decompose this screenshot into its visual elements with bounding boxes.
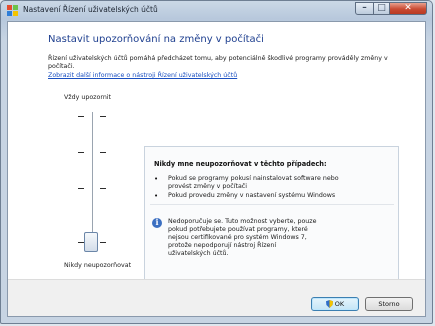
warning-note: Nedoporučuje se. Tuto možnost vyberte, p… (168, 218, 317, 257)
minimize-button[interactable]: – (355, 2, 374, 15)
slider-top-label: Vždy upozornit (64, 94, 112, 101)
slider-tick (100, 188, 106, 189)
description-text: Řízení uživatelských účtů pomáhá předchá… (48, 55, 388, 70)
slider-bottom-label: Nikdy neupozorňovat (64, 262, 132, 269)
button-bar (8, 279, 425, 316)
maximize-icon: □ (377, 3, 386, 13)
title-bar[interactable]: Nastavení Řízení uživatelských účtů – □ … (1, 1, 432, 21)
slider-tick (78, 152, 84, 153)
uac-settings-icon (7, 5, 18, 16)
maximize-button[interactable]: □ (373, 2, 390, 15)
slider-track[interactable] (92, 112, 93, 248)
slider-tick (78, 116, 84, 117)
ok-button[interactable]: OK (311, 297, 359, 311)
slider-tick (100, 242, 106, 243)
minimize-icon: – (362, 3, 367, 13)
bullet-icon: • (154, 175, 159, 183)
slider-tick (100, 152, 106, 153)
cancel-button[interactable]: Storno (365, 297, 413, 311)
info-glyph: i (155, 217, 159, 227)
cancel-label: Storno (378, 300, 400, 308)
window-title: Nastavení Řízení uživatelských účtů (23, 5, 158, 14)
close-button[interactable]: ✕ (389, 2, 427, 15)
dialog-content: Nastavit upozorňování na změny v počítač… (7, 21, 426, 317)
panel-divider (150, 204, 394, 205)
slider-tick (100, 116, 106, 117)
info-icon: i (152, 217, 162, 228)
slider-thumb[interactable] (84, 232, 98, 252)
ok-label: OK (334, 300, 345, 308)
slider-tick (78, 188, 84, 189)
uac-shield-icon (325, 300, 333, 308)
close-icon: ✕ (404, 3, 412, 13)
panel-heading: Nikdy mne neupozorňovat v těchto případe… (154, 160, 327, 168)
bullet-item: Pokud provedu změny v nastavení systému … (168, 192, 336, 199)
page-title: Nastavit upozorňování na změny v počítač… (48, 34, 264, 45)
bullet-item: Pokud se programy pokusí nainstalovat so… (168, 175, 339, 190)
more-info-link[interactable]: Zobrazit další informace o nástroji Říze… (48, 72, 237, 79)
uac-settings-window: Nastavení Řízení uživatelských účtů – □ … (0, 0, 433, 324)
bullet-icon: • (154, 192, 159, 200)
